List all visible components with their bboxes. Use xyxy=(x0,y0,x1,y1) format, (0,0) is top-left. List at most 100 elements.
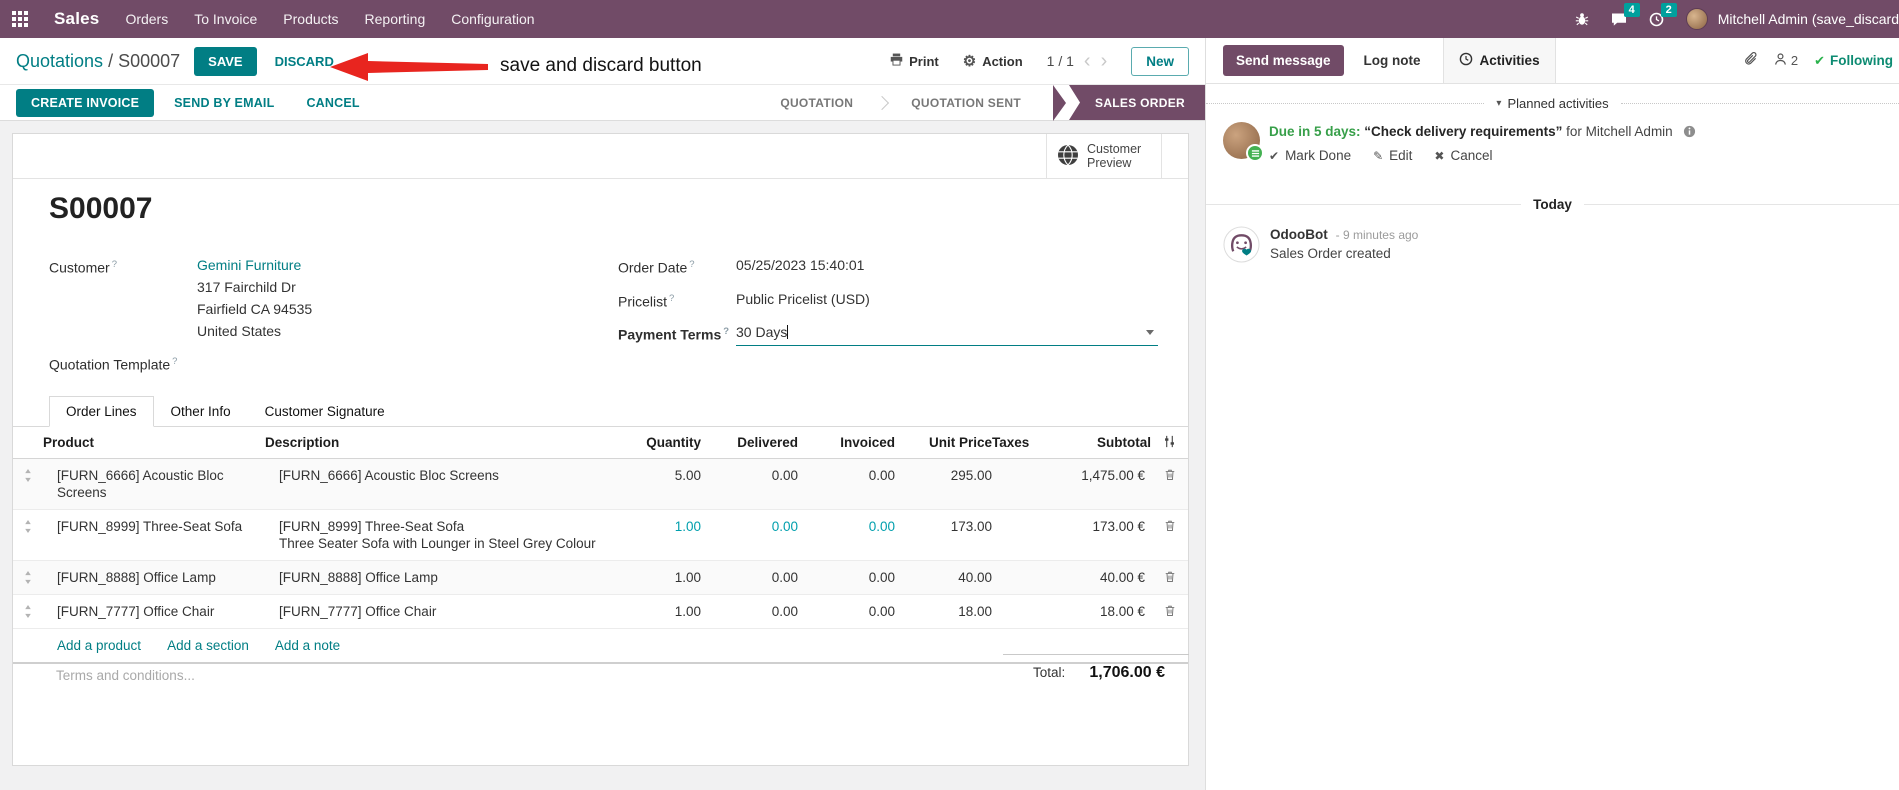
cell-product[interactable]: [FURN_6666] Acoustic Bloc Screens xyxy=(43,459,265,509)
new-button[interactable]: New xyxy=(1131,46,1189,76)
cell-product[interactable]: [FURN_7777] Office Chair xyxy=(43,595,265,628)
delete-row-icon[interactable] xyxy=(1151,561,1188,583)
message-author[interactable]: OdooBot xyxy=(1270,227,1328,242)
cell-quantity[interactable]: 1.00 xyxy=(606,595,701,628)
send-message-button[interactable]: Send message xyxy=(1223,45,1344,76)
stage-quotation-sent[interactable]: QUOTATION SENT xyxy=(889,85,1043,120)
col-unit-price[interactable]: Unit Price xyxy=(895,427,992,458)
col-description[interactable]: Description xyxy=(265,427,606,458)
customer-link[interactable]: Gemini Furniture xyxy=(197,254,312,276)
messages-badge[interactable]: 4 xyxy=(1623,2,1640,17)
cell-taxes[interactable] xyxy=(992,561,1071,577)
cell-quantity[interactable]: 1.00 xyxy=(606,510,701,543)
cell-product[interactable]: [FURN_8999] Three-Seat Sofa xyxy=(43,510,265,543)
debug-bug-icon[interactable] xyxy=(1575,12,1589,26)
cell-quantity[interactable]: 1.00 xyxy=(606,561,701,594)
user-name[interactable]: Mitchell Admin (save_discard xyxy=(1718,11,1899,27)
log-note-button[interactable]: Log note xyxy=(1364,53,1421,68)
cell-invoiced[interactable]: 0.00 xyxy=(798,459,895,492)
attachment-paperclip-icon[interactable] xyxy=(1744,52,1758,69)
col-subtotal[interactable]: Subtotal xyxy=(1071,427,1151,458)
app-name[interactable]: Sales xyxy=(54,9,99,29)
activities-badge[interactable]: 2 xyxy=(1660,2,1677,17)
cancel-button[interactable]: CANCEL xyxy=(294,89,371,117)
mark-done-button[interactable]: ✔ Mark Done xyxy=(1269,148,1351,163)
table-row[interactable]: [FURN_7777] Office Chair [FURN_7777] Off… xyxy=(13,595,1188,629)
add-section-link[interactable]: Add a section xyxy=(167,638,249,653)
stage-sales-order-active[interactable]: SALES ORDER xyxy=(1069,85,1205,120)
edit-activity-button[interactable]: ✎ Edit xyxy=(1373,148,1412,163)
cell-description[interactable]: [FURN_6666] Acoustic Bloc Screens xyxy=(265,459,606,492)
table-row[interactable]: [FURN_8999] Three-Seat Sofa [FURN_8999] … xyxy=(13,510,1188,561)
messages-icon[interactable]: 4 xyxy=(1611,2,1640,27)
tab-customer-signature[interactable]: Customer Signature xyxy=(248,396,402,427)
cell-delivered[interactable]: 0.00 xyxy=(701,510,798,543)
add-product-link[interactable]: Add a product xyxy=(57,638,141,653)
cell-description[interactable]: [FURN_7777] Office Chair xyxy=(265,595,606,628)
col-delivered[interactable]: Delivered xyxy=(701,427,798,458)
menu-reporting[interactable]: Reporting xyxy=(365,11,426,27)
cell-description[interactable]: [FURN_8888] Office Lamp xyxy=(265,561,606,594)
col-invoiced[interactable]: Invoiced xyxy=(798,427,895,458)
apps-grid-icon[interactable] xyxy=(12,11,28,27)
add-note-link[interactable]: Add a note xyxy=(275,638,340,653)
planned-activities-header[interactable]: ▾ Planned activities xyxy=(1484,96,1620,111)
drag-handle-icon[interactable] xyxy=(13,561,43,584)
optional-columns-icon[interactable] xyxy=(1151,427,1188,456)
menu-configuration[interactable]: Configuration xyxy=(451,11,534,27)
menu-to-invoice[interactable]: To Invoice xyxy=(194,11,257,27)
info-icon[interactable] xyxy=(1683,125,1696,142)
cell-taxes[interactable] xyxy=(992,510,1071,526)
cell-unit-price[interactable]: 295.00 xyxy=(895,459,992,492)
payment-terms-field[interactable]: 30 Days xyxy=(736,321,1158,346)
cell-unit-price[interactable]: 40.00 xyxy=(895,561,992,594)
order-date-field[interactable]: 05/25/2023 15:40:01 xyxy=(736,254,864,279)
col-quantity[interactable]: Quantity xyxy=(606,427,701,458)
send-by-email-button[interactable]: SEND BY EMAIL xyxy=(162,89,286,117)
action-button[interactable]: ⚙ Action xyxy=(963,54,1023,69)
cell-unit-price[interactable]: 173.00 xyxy=(895,510,992,543)
table-row[interactable]: [FURN_8888] Office Lamp [FURN_8888] Offi… xyxy=(13,561,1188,595)
customer-preview-button[interactable]: Customer Preview xyxy=(1046,134,1162,178)
print-button[interactable]: Print xyxy=(890,53,939,69)
cell-quantity[interactable]: 5.00 xyxy=(606,459,701,492)
cell-delivered[interactable]: 0.00 xyxy=(701,595,798,628)
activities-clock-icon[interactable]: 2 xyxy=(1649,2,1677,27)
drag-handle-icon[interactable] xyxy=(13,595,43,618)
pager-next-icon[interactable]: › xyxy=(1101,51,1108,71)
cancel-activity-button[interactable]: ✖ Cancel xyxy=(1434,148,1492,163)
save-button[interactable]: SAVE xyxy=(194,46,257,76)
delete-row-icon[interactable] xyxy=(1151,510,1188,532)
user-avatar[interactable] xyxy=(1685,8,1708,30)
table-row[interactable]: [FURN_6666] Acoustic Bloc Screens [FURN_… xyxy=(13,459,1188,510)
tab-other-info[interactable]: Other Info xyxy=(154,396,248,427)
tab-order-lines[interactable]: Order Lines xyxy=(49,396,154,427)
cell-invoiced[interactable]: 0.00 xyxy=(798,561,895,594)
cell-taxes[interactable] xyxy=(992,459,1071,475)
cell-delivered[interactable]: 0.00 xyxy=(701,561,798,594)
drag-handle-icon[interactable] xyxy=(13,510,43,533)
stage-quotation[interactable]: QUOTATION xyxy=(758,85,875,120)
pricelist-field[interactable]: Public Pricelist (USD) xyxy=(736,288,870,313)
drag-handle-icon[interactable] xyxy=(13,459,43,482)
breadcrumb-quotations-link[interactable]: Quotations xyxy=(16,51,103,71)
delete-row-icon[interactable] xyxy=(1151,595,1188,617)
create-invoice-button[interactable]: CREATE INVOICE xyxy=(16,88,155,117)
col-taxes[interactable]: Taxes xyxy=(992,427,1071,458)
discard-button[interactable]: DISCARD xyxy=(275,54,334,69)
terms-placeholder[interactable]: Terms and conditions... xyxy=(56,668,195,683)
cell-taxes[interactable] xyxy=(992,595,1071,611)
cell-product[interactable]: [FURN_8888] Office Lamp xyxy=(43,561,265,594)
followers-button[interactable]: 2 xyxy=(1774,52,1798,69)
delete-row-icon[interactable] xyxy=(1151,459,1188,481)
menu-orders[interactable]: Orders xyxy=(125,11,168,27)
dropdown-caret-icon[interactable] xyxy=(1146,330,1154,336)
cell-unit-price[interactable]: 18.00 xyxy=(895,595,992,628)
cell-delivered[interactable]: 0.00 xyxy=(701,459,798,492)
cell-description[interactable]: [FURN_8999] Three-Seat Sofa Three Seater … xyxy=(265,510,606,560)
col-product[interactable]: Product xyxy=(43,427,265,458)
activities-tab[interactable]: Activities xyxy=(1442,38,1556,83)
cell-invoiced[interactable]: 0.00 xyxy=(798,595,895,628)
following-toggle[interactable]: ✔ Following xyxy=(1814,53,1893,69)
pager-prev-icon[interactable]: ‹ xyxy=(1084,51,1091,71)
